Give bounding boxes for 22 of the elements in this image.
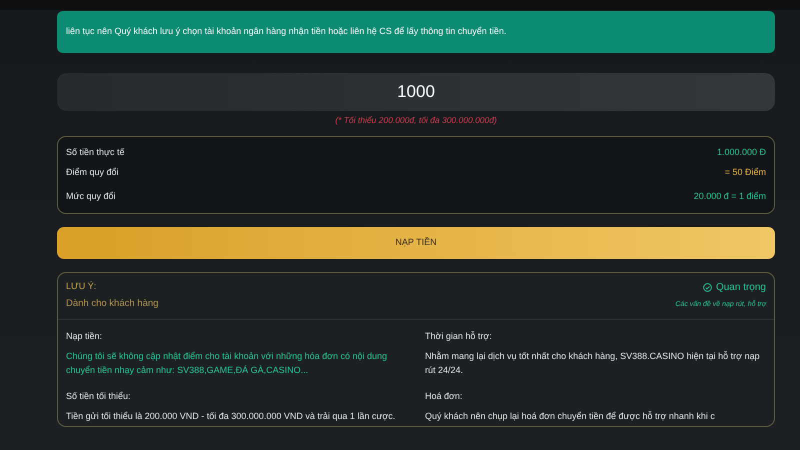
section-text: Tiền gửi tối thiểu là 200.000 VND - tối đa 300.000.000 VND và trải qua 1 lần cược.	[66, 410, 396, 424]
deposit-button[interactable]: NẠP TIỀN	[57, 226, 775, 259]
summary-value: 20.000 đ = 1 điểm	[694, 190, 766, 204]
summary-label: Mức quy đổi	[66, 190, 116, 204]
amount-hint: (* Tối thiểu 200.000đ, tối đa 300.000.000đ)	[334, 114, 498, 126]
section-text: Quý khách nên chụp lại hoá đơn chuyển tiền để được hỗ trợ nhanh khi c	[425, 410, 716, 424]
note-subtitle: Dành cho khách hàng	[66, 297, 158, 312]
section-text: Chúng tôi sẽ không cập nhật điểm cho tài khoản với những hóa đơn có nội dung chuyển tiền nhạy cảm như: SV388,GAME,ĐÁ GÀ,CASINO...	[66, 350, 388, 378]
section-heading: Số tiền tối thiểu:	[66, 390, 132, 403]
summary-value: 1.000.000 Đ	[716, 146, 766, 160]
notice-message: liên tục nên Quý khách lưu ý chọn tài khoản ngân hàng nhận tiền hoặc liên hệ CS để lấy thông tin chuyển tiền.	[57, 11, 775, 52]
importance-label: Quan trọng	[716, 280, 766, 295]
check-circle-icon	[702, 282, 712, 292]
section-heading: Hoá đơn:	[425, 390, 464, 403]
summary-label: Số tiền thực tế	[66, 146, 125, 160]
note-title: LƯU Ý:	[66, 280, 98, 293]
section-heading: Nạp tiền:	[66, 330, 104, 343]
summary-label: Điểm quy đổi	[66, 166, 119, 179]
amount-field[interactable]: 1000	[57, 72, 775, 110]
section-heading: Thời gian hỗ trợ:	[425, 330, 493, 343]
section-text: Nhằm mang lại dịch vụ tốt nhất cho khách hàng, SV388.CASINO hiện tại hỗ trợ nạp rút 24/24.	[425, 350, 761, 378]
summary-value: = 50 Điểm	[724, 166, 766, 179]
